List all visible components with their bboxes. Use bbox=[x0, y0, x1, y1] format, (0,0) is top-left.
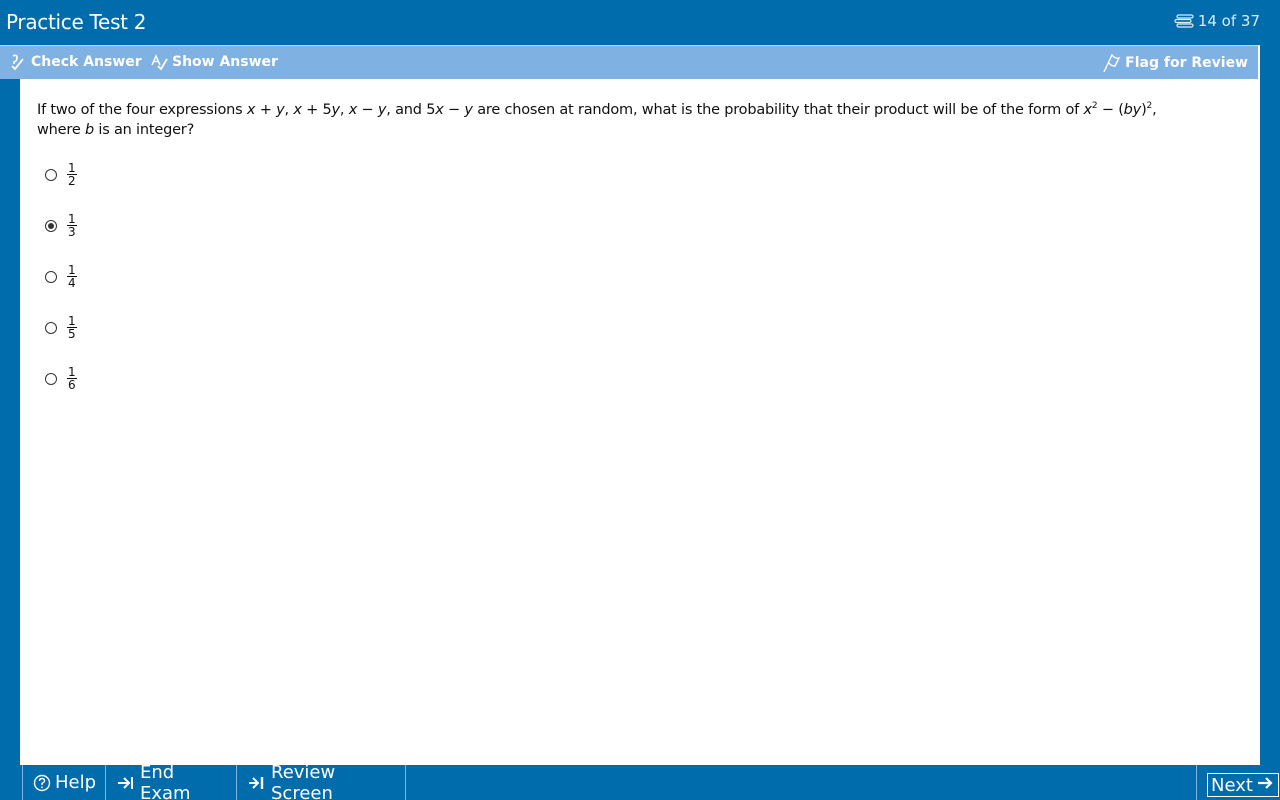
check-answer-icon bbox=[9, 53, 27, 71]
next-button[interactable]: Next bbox=[1207, 773, 1279, 797]
denominator: 2 bbox=[68, 174, 76, 188]
check-answer-button[interactable]: Check Answer bbox=[9, 53, 142, 71]
flag-for-review-button[interactable]: Flag for Review bbox=[1101, 53, 1248, 73]
review-screen-icon bbox=[247, 774, 267, 792]
denominator: 5 bbox=[68, 327, 76, 341]
denominator: 6 bbox=[68, 378, 76, 392]
help-icon bbox=[33, 774, 51, 792]
bottom-bar: Help End Exam Review Screen Next bbox=[0, 761, 1280, 800]
radio-button[interactable] bbox=[45, 169, 57, 181]
answer-choice-a[interactable]: 1 2 bbox=[45, 162, 77, 188]
denominator: 3 bbox=[68, 225, 76, 239]
show-answer-label: Show Answer bbox=[172, 54, 278, 70]
end-exam-label: End Exam bbox=[140, 761, 191, 800]
title-bar: Practice Test 2 14 of 37 bbox=[0, 0, 1280, 45]
question-line-2: where b is an integer? bbox=[37, 122, 195, 138]
denominator: 4 bbox=[68, 276, 76, 290]
check-answer-label: Check Answer bbox=[31, 54, 142, 70]
answer-choice-b[interactable]: 1 3 bbox=[45, 213, 77, 239]
arrow-right-icon bbox=[1257, 775, 1275, 796]
question-text: If two of the four expressions x + y, x … bbox=[37, 100, 1237, 140]
flag-for-review-label: Flag for Review bbox=[1125, 55, 1248, 71]
radio-button[interactable] bbox=[45, 322, 57, 334]
help-label: Help bbox=[55, 772, 97, 793]
radio-button[interactable] bbox=[45, 271, 57, 283]
next-label: Next bbox=[1211, 774, 1253, 796]
answer-choice-e[interactable]: 1 6 bbox=[45, 366, 77, 392]
counter-text: 14 of 37 bbox=[1197, 12, 1260, 30]
fraction: 1 2 bbox=[67, 162, 77, 188]
show-answer-icon bbox=[150, 53, 168, 71]
review-screen-label: Review Screen bbox=[271, 761, 336, 800]
review-screen-button[interactable]: Review Screen bbox=[236, 761, 406, 800]
flag-icon bbox=[1101, 53, 1121, 73]
fraction: 1 3 bbox=[67, 213, 77, 239]
radio-button-selected[interactable] bbox=[45, 220, 57, 232]
question-panel: If two of the four expressions x + y, x … bbox=[20, 79, 1260, 765]
end-exam-icon bbox=[116, 774, 136, 792]
fraction: 1 5 bbox=[67, 315, 77, 341]
question-line-1: If two of the four expressions x + y, x … bbox=[37, 101, 1157, 119]
fraction: 1 6 bbox=[67, 366, 77, 392]
toolbar: Check Answer Show Answer Flag for Review bbox=[0, 45, 1260, 79]
show-answer-button[interactable]: Show Answer bbox=[150, 53, 278, 71]
help-button[interactable]: Help bbox=[22, 765, 106, 800]
list-icon bbox=[1174, 14, 1194, 28]
answer-choice-c[interactable]: 1 4 bbox=[45, 264, 77, 290]
end-exam-button[interactable]: End Exam bbox=[105, 761, 237, 800]
answer-choice-d[interactable]: 1 5 bbox=[45, 315, 77, 341]
question-counter: 14 of 37 bbox=[1174, 12, 1260, 30]
next-button-container: Next bbox=[1196, 765, 1280, 800]
app-title: Practice Test 2 bbox=[6, 10, 147, 34]
radio-button[interactable] bbox=[45, 373, 57, 385]
fraction: 1 4 bbox=[67, 264, 77, 290]
